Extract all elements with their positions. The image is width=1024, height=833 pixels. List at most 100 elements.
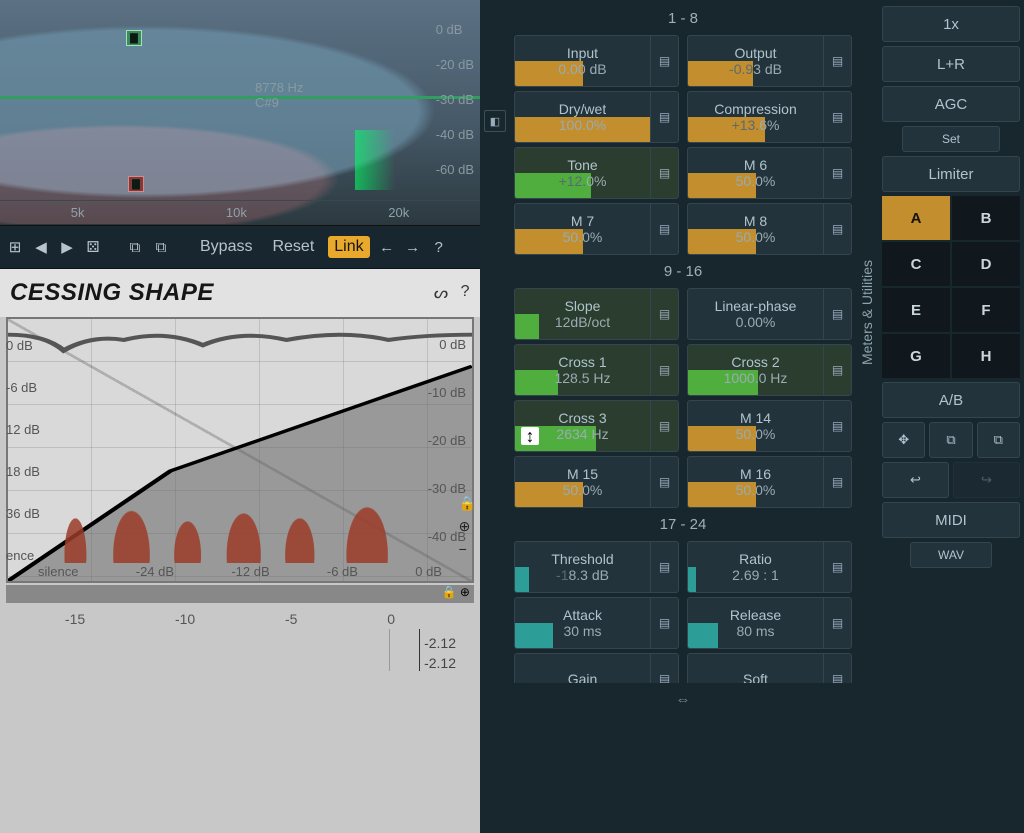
param-m14-menu-icon[interactable]: ▤ bbox=[823, 401, 851, 451]
param-slope[interactable]: Slope 12dB/oct ▤ bbox=[514, 288, 679, 340]
eq-band-marker[interactable]: ▇ bbox=[126, 30, 142, 46]
param-m7-menu-icon[interactable]: ▤ bbox=[650, 204, 678, 254]
agc-set-button[interactable]: Set bbox=[902, 126, 1000, 152]
param-gain-menu-icon[interactable]: ▤ bbox=[650, 654, 678, 683]
preset-a[interactable]: A bbox=[882, 196, 950, 240]
param-m8-menu-icon[interactable]: ▤ bbox=[823, 204, 851, 254]
param-gain[interactable]: Gain ▤ bbox=[514, 653, 679, 683]
param-compression-menu-icon[interactable]: ▤ bbox=[823, 92, 851, 142]
shape-help-icon[interactable]: ? bbox=[461, 283, 470, 303]
param-cross2-label: Cross 2 bbox=[731, 354, 779, 370]
param-tone[interactable]: Tone +12.0% ▤ bbox=[514, 147, 679, 199]
eq-band-marker[interactable]: ▇ bbox=[128, 176, 144, 192]
preset-d[interactable]: D bbox=[952, 242, 1020, 286]
sidebar-toggle-icon[interactable]: ◧ bbox=[484, 110, 506, 132]
preset-toolbar: ⊞ ◀ ▶ ⚄ ⧉ ⧉ Bypass Reset Link ← → ? bbox=[0, 225, 480, 269]
param-m6[interactable]: M 6 50.0% ▤ bbox=[687, 147, 852, 199]
preset-f[interactable]: F bbox=[952, 288, 1020, 332]
lock-icon[interactable]: 🔒 bbox=[459, 495, 476, 512]
param-threshold[interactable]: Threshold -18.3 dB ▤ bbox=[514, 541, 679, 593]
param-attack[interactable]: Attack 30 ms ▤ bbox=[514, 597, 679, 649]
param-cross2-menu-icon[interactable]: ▤ bbox=[823, 345, 851, 395]
dice-icon[interactable]: ⚄ bbox=[84, 238, 102, 256]
param-ratio-menu-icon[interactable]: ▤ bbox=[823, 542, 851, 592]
preset-b[interactable]: B bbox=[952, 196, 1020, 240]
paste-state-icon[interactable]: ⧉ bbox=[977, 422, 1020, 458]
zoom-icon[interactable]: ⊕ bbox=[459, 518, 476, 535]
arrow-right-icon[interactable]: → bbox=[404, 239, 422, 256]
param-cross1-menu-icon[interactable]: ▤ bbox=[650, 345, 678, 395]
reset-button[interactable]: Reset bbox=[266, 236, 320, 258]
param-ratio[interactable]: Ratio 2.69 : 1 ▤ bbox=[687, 541, 852, 593]
preset-g[interactable]: G bbox=[882, 334, 950, 378]
param-m8-value: 50.0% bbox=[736, 229, 776, 245]
param-output-menu-icon[interactable]: ▤ bbox=[823, 36, 851, 86]
redo-icon[interactable]: ↪ bbox=[953, 462, 1020, 498]
help-icon[interactable]: ? bbox=[430, 239, 448, 256]
eq-readout: 8778 HzC#9 bbox=[255, 80, 303, 110]
param-release-menu-icon[interactable]: ▤ bbox=[823, 598, 851, 648]
param-m14[interactable]: M 14 50.0% ▤ bbox=[687, 400, 852, 452]
param-attack-menu-icon[interactable]: ▤ bbox=[650, 598, 678, 648]
param-m15-menu-icon[interactable]: ▤ bbox=[650, 457, 678, 507]
preset-c[interactable]: C bbox=[882, 242, 950, 286]
param-attack-label: Attack bbox=[563, 607, 602, 623]
param-input[interactable]: Input 0.00 dB ▤ bbox=[514, 35, 679, 87]
midi-button[interactable]: MIDI bbox=[882, 502, 1020, 538]
param-cross3-menu-icon[interactable]: ▤ bbox=[650, 401, 678, 451]
arrow-left-icon[interactable]: ← bbox=[378, 239, 396, 256]
param-threshold-menu-icon[interactable]: ▤ bbox=[650, 542, 678, 592]
expand-icon[interactable]: ✥ bbox=[882, 422, 925, 458]
minus-icon[interactable]: − bbox=[459, 541, 476, 557]
param-soft-menu-icon[interactable]: ▤ bbox=[823, 654, 851, 683]
param-tone-menu-icon[interactable]: ▤ bbox=[650, 148, 678, 198]
eq-db-scale: 0 dB-20 dB -30 dB-40 dB -60 dB bbox=[436, 16, 474, 191]
copy-state-icon[interactable]: ⧉ bbox=[929, 422, 972, 458]
wav-button[interactable]: WAV bbox=[910, 542, 992, 568]
resize-cursor-icon: ↕ bbox=[521, 427, 539, 445]
limiter-button[interactable]: Limiter bbox=[882, 156, 1020, 192]
channel-mode-button[interactable]: L+R bbox=[882, 46, 1020, 82]
ab-compare-button[interactable]: A/B bbox=[882, 382, 1020, 418]
eq-graph[interactable]: ▇ ▇ 8778 HzC#9 0 dB-20 dB -30 dB-40 dB -… bbox=[0, 0, 480, 225]
param-cross1-label: Cross 1 bbox=[558, 354, 606, 370]
param-m15[interactable]: M 15 50.0% ▤ bbox=[514, 456, 679, 508]
param-drywet-menu-icon[interactable]: ▤ bbox=[650, 92, 678, 142]
param-cross1[interactable]: Cross 1 128.5 Hz ▤ bbox=[514, 344, 679, 396]
param-m7[interactable]: M 7 50.0% ▤ bbox=[514, 203, 679, 255]
param-m16-menu-icon[interactable]: ▤ bbox=[823, 457, 851, 507]
param-release[interactable]: Release 80 ms ▤ bbox=[687, 597, 852, 649]
param-cross3[interactable]: Cross 3 2634 Hz ↕ ▤ bbox=[514, 400, 679, 452]
link-button[interactable]: Link bbox=[328, 236, 369, 258]
param-m16[interactable]: M 16 50.0% ▤ bbox=[687, 456, 852, 508]
resize-handle-icon[interactable]: ⇔ bbox=[514, 687, 852, 712]
param-linphase-menu-icon[interactable]: ▤ bbox=[823, 289, 851, 339]
paste-icon[interactable]: ⧉ bbox=[152, 239, 170, 256]
param-tone-value: +12.0% bbox=[559, 173, 607, 189]
undo-icon[interactable]: ↩ bbox=[882, 462, 949, 498]
next-icon[interactable]: ▶ bbox=[58, 238, 76, 256]
agc-button[interactable]: AGC bbox=[882, 86, 1020, 122]
meters-utilities-label[interactable]: Meters & Utilities bbox=[859, 260, 875, 365]
shape-scrollbar[interactable] bbox=[6, 585, 474, 603]
param-drywet[interactable]: Dry/wet 100.0% ▤ bbox=[514, 91, 679, 143]
param-cross2[interactable]: Cross 2 1000.0 Hz ▤ bbox=[687, 344, 852, 396]
param-m7-label: M 7 bbox=[571, 213, 594, 229]
param-m8[interactable]: M 8 50.0% ▤ bbox=[687, 203, 852, 255]
param-compression[interactable]: Compression +13.6% ▤ bbox=[687, 91, 852, 143]
grid-icon[interactable]: ⊞ bbox=[6, 238, 24, 256]
param-input-menu-icon[interactable]: ▤ bbox=[650, 36, 678, 86]
copy-icon[interactable]: ⧉ bbox=[126, 239, 144, 256]
param-linphase[interactable]: Linear-phase 0.00% ▤ bbox=[687, 288, 852, 340]
param-slope-menu-icon[interactable]: ▤ bbox=[650, 289, 678, 339]
bypass-button[interactable]: Bypass bbox=[194, 236, 258, 258]
preset-h[interactable]: H bbox=[952, 334, 1020, 378]
oversample-button[interactable]: 1x bbox=[882, 6, 1020, 42]
preset-e[interactable]: E bbox=[882, 288, 950, 332]
param-m6-menu-icon[interactable]: ▤ bbox=[823, 148, 851, 198]
prev-icon[interactable]: ◀ bbox=[32, 238, 50, 256]
shape-settings-icon[interactable]: ᔕ bbox=[434, 283, 449, 303]
shape-graph[interactable]: 0 dB-6 dB 12 dB18 dB 36 dBence 0 dB-10 d… bbox=[6, 317, 474, 583]
param-soft[interactable]: Soft ▤ bbox=[687, 653, 852, 683]
param-output[interactable]: Output -0.93 dB ▤ bbox=[687, 35, 852, 87]
